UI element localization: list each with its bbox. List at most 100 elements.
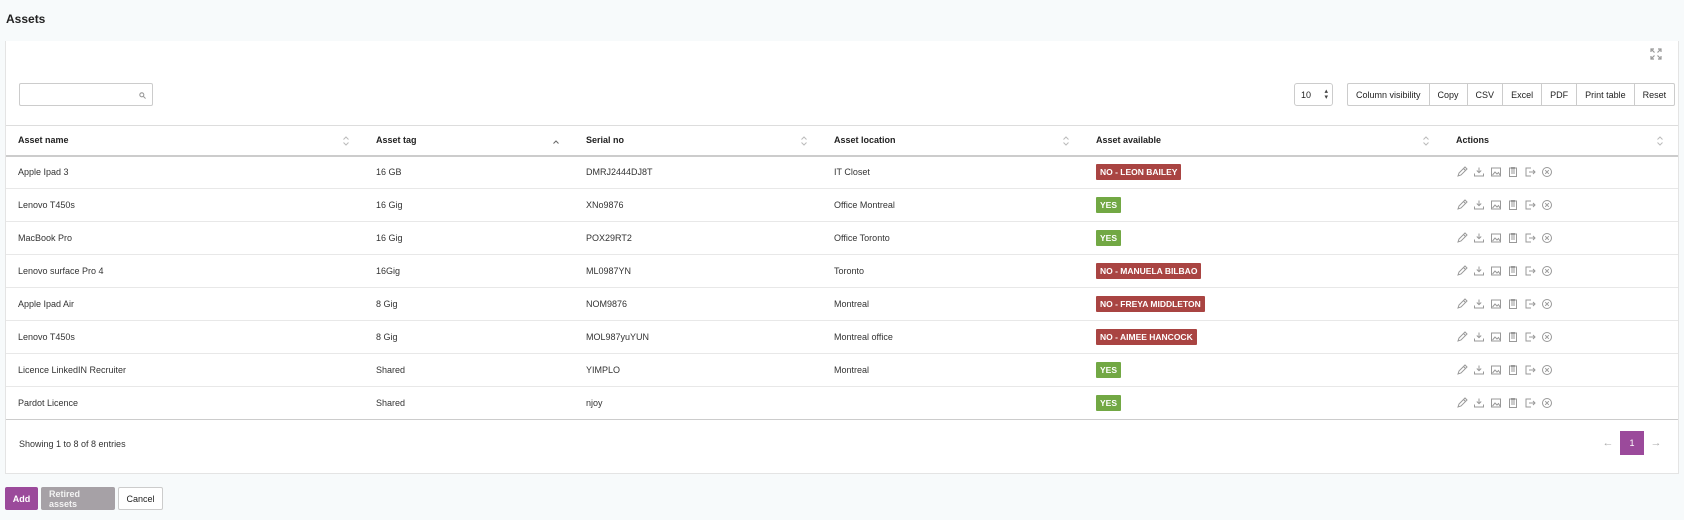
page-size-select[interactable]: 10 ▴ ▾ <box>1294 83 1333 106</box>
delete-icon[interactable] <box>1541 265 1553 277</box>
delete-icon[interactable] <box>1541 232 1553 244</box>
retired-assets-button[interactable]: Retired assets <box>41 487 115 510</box>
cancel-button[interactable]: Cancel <box>118 487 163 510</box>
clipboard-icon[interactable] <box>1507 331 1519 343</box>
expand-icon[interactable] <box>1650 48 1662 60</box>
column-header-asset-location[interactable]: Asset location <box>822 125 1084 157</box>
cell-asset-tag: 16 Gig <box>364 221 574 255</box>
clipboard-icon[interactable] <box>1507 232 1519 244</box>
cell-asset-tag: 8 Gig <box>364 320 574 354</box>
status-badge: NO - LEON BAILEY <box>1096 164 1182 181</box>
page-size-value: 10 <box>1301 89 1312 100</box>
cell-actions <box>1444 386 1678 420</box>
image-icon[interactable] <box>1490 397 1502 409</box>
image-icon[interactable] <box>1490 199 1502 211</box>
excel-button[interactable]: Excel <box>1502 83 1543 106</box>
status-badge: YES <box>1096 230 1122 246</box>
download-icon[interactable] <box>1473 232 1485 244</box>
csv-button[interactable]: CSV <box>1466 83 1504 106</box>
download-icon[interactable] <box>1473 397 1485 409</box>
delete-icon[interactable] <box>1541 199 1553 211</box>
column-header-asset-tag[interactable]: Asset tag <box>364 125 574 157</box>
add-button[interactable]: Add <box>5 487 38 510</box>
cell-asset-tag: 8 Gig <box>364 287 574 321</box>
cell-actions <box>1444 188 1678 222</box>
cell-asset-tag: 16Gig <box>364 254 574 288</box>
delete-icon[interactable] <box>1541 397 1553 409</box>
cell-actions <box>1444 155 1678 189</box>
image-icon[interactable] <box>1490 364 1502 376</box>
column-header-label: Serial no <box>586 135 625 146</box>
delete-icon[interactable] <box>1541 298 1553 310</box>
download-icon[interactable] <box>1473 331 1485 343</box>
column-visibility-button[interactable]: Column visibility <box>1347 83 1430 106</box>
cell-actions <box>1444 287 1678 321</box>
edit-icon[interactable] <box>1456 364 1468 376</box>
search-input[interactable] <box>19 83 153 106</box>
sort-icon <box>800 135 808 147</box>
checkout-icon[interactable] <box>1524 265 1536 277</box>
column-header-actions[interactable]: Actions <box>1444 125 1678 157</box>
image-icon[interactable] <box>1490 166 1502 178</box>
checkout-icon[interactable] <box>1524 364 1536 376</box>
image-icon[interactable] <box>1490 331 1502 343</box>
download-icon[interactable] <box>1473 199 1485 211</box>
sort-icon <box>1656 135 1664 147</box>
clipboard-icon[interactable] <box>1507 166 1519 178</box>
download-icon[interactable] <box>1473 298 1485 310</box>
cell-asset-location: Montreal office <box>822 320 1084 354</box>
download-icon[interactable] <box>1473 364 1485 376</box>
clipboard-icon[interactable] <box>1507 397 1519 409</box>
column-header-serial-no[interactable]: Serial no <box>574 125 822 157</box>
delete-icon[interactable] <box>1541 166 1553 178</box>
cell-serial-no: MOL987yuYUN <box>574 320 822 354</box>
pdf-button[interactable]: PDF <box>1541 83 1578 106</box>
download-icon[interactable] <box>1473 166 1485 178</box>
edit-icon[interactable] <box>1456 265 1468 277</box>
print-table-button[interactable]: Print table <box>1576 83 1635 106</box>
column-header-asset-available[interactable]: Asset available <box>1084 125 1444 157</box>
page-number-current[interactable]: 1 <box>1620 431 1644 455</box>
prev-page-arrow[interactable]: ← <box>1596 437 1620 449</box>
edit-icon[interactable] <box>1456 166 1468 178</box>
copy-button[interactable]: Copy <box>1428 83 1468 106</box>
clipboard-icon[interactable] <box>1507 298 1519 310</box>
cell-asset-location: Toronto <box>822 254 1084 288</box>
next-page-arrow[interactable]: → <box>1644 437 1668 449</box>
checkout-icon[interactable] <box>1524 199 1536 211</box>
clipboard-icon[interactable] <box>1507 265 1519 277</box>
delete-icon[interactable] <box>1541 364 1553 376</box>
reset-button[interactable]: Reset <box>1633 83 1676 106</box>
cell-asset-location <box>822 386 1084 420</box>
cell-asset-available: NO - AIMEE HANCOCK <box>1084 320 1444 354</box>
export-button-group: Column visibility Copy CSV Excel PDF Pri… <box>1347 83 1676 106</box>
checkout-icon[interactable] <box>1524 298 1536 310</box>
clipboard-icon[interactable] <box>1507 364 1519 376</box>
image-icon[interactable] <box>1490 298 1502 310</box>
clipboard-icon[interactable] <box>1507 199 1519 211</box>
edit-icon[interactable] <box>1456 298 1468 310</box>
image-icon[interactable] <box>1490 232 1502 244</box>
image-icon[interactable] <box>1490 265 1502 277</box>
row-actions <box>1456 364 1666 376</box>
edit-icon[interactable] <box>1456 331 1468 343</box>
checkout-icon[interactable] <box>1524 331 1536 343</box>
status-badge: NO - FREYA MIDDLETON <box>1096 296 1205 312</box>
edit-icon[interactable] <box>1456 199 1468 211</box>
status-badge: YES <box>1096 395 1122 411</box>
edit-icon[interactable] <box>1456 232 1468 244</box>
checkout-icon[interactable] <box>1524 166 1536 178</box>
cell-serial-no: ML0987YN <box>574 254 822 288</box>
cell-asset-name: Lenovo T450s <box>6 320 364 354</box>
column-header-asset-name[interactable]: Asset name <box>6 125 364 157</box>
checkout-icon[interactable] <box>1524 397 1536 409</box>
delete-icon[interactable] <box>1541 331 1553 343</box>
sort-icon <box>1062 135 1070 147</box>
cell-actions <box>1444 254 1678 288</box>
checkout-icon[interactable] <box>1524 232 1536 244</box>
cell-asset-location: Office Montreal <box>822 188 1084 222</box>
download-icon[interactable] <box>1473 265 1485 277</box>
cell-asset-name: Lenovo T450s <box>6 188 364 222</box>
edit-icon[interactable] <box>1456 397 1468 409</box>
column-header-label: Asset available <box>1096 135 1162 146</box>
